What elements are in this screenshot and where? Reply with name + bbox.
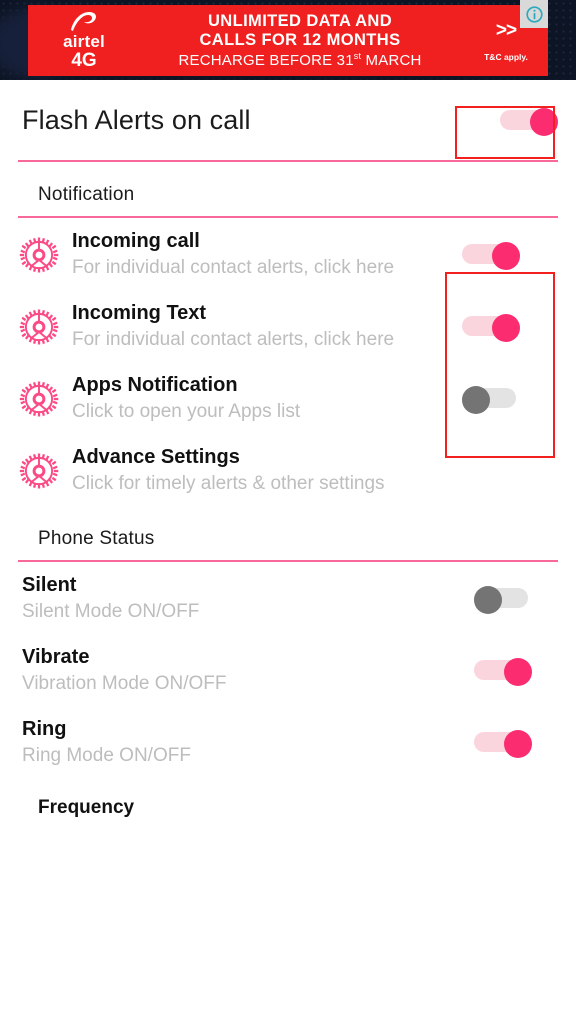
list-item-title: Advance Settings [72, 446, 240, 469]
list-item-silent[interactable]: Silent Silent Mode ON/OFF [0, 562, 576, 634]
silent-toggle[interactable] [474, 586, 532, 615]
list-item-text: Apps Notification Click to open your App… [72, 372, 462, 424]
section-heading-phone-status: Phone Status [38, 528, 155, 550]
flash-alerts-toggle-wrap[interactable] [500, 108, 558, 136]
airtel-brand-text: airtel [63, 32, 105, 52]
airtel-network-text: 4G [71, 49, 97, 71]
list-item-title: Apps Notification [72, 374, 238, 397]
toggle-thumb [462, 386, 490, 415]
list-item-title: Incoming Text [72, 302, 207, 325]
ring-toggle[interactable] [474, 730, 532, 759]
list-item-text: Incoming call For individual contact ale… [72, 228, 462, 280]
list-item-text: Advance Settings Click for timely alerts… [72, 444, 462, 496]
ad-copy: UNLIMITED DATA AND CALLS FOR 12 MONTHS R… [140, 12, 464, 69]
list-item-subtitle[interactable]: Click to open your Apps list [72, 399, 456, 424]
gear-icon [18, 372, 72, 420]
ad-subline: RECHARGE BEFORE 31st MARCH [140, 51, 460, 70]
list-item-text: Incoming Text For individual contact ale… [72, 300, 462, 352]
ad-banner[interactable]: airtel 4G UNLIMITED DATA AND CALLS FOR 1… [0, 0, 576, 80]
page-title: Flash Alerts on call [22, 104, 251, 135]
page-header: Flash Alerts on call [0, 80, 576, 160]
info-circle-icon [525, 5, 543, 23]
list-item-text: Silent Silent Mode ON/OFF [22, 572, 462, 624]
ad-subline-post: MARCH [361, 51, 422, 69]
list-item-title: Vibrate [22, 646, 90, 669]
incoming-text-toggle-wrap[interactable] [462, 300, 558, 343]
advance-settings-control-slot [462, 444, 558, 458]
incoming-call-toggle[interactable] [462, 242, 520, 270]
list-item-subtitle[interactable]: Click for timely alerts & other settings [72, 471, 456, 496]
list-item-subtitle: Ring Mode ON/OFF [22, 745, 191, 767]
list-item-subtitle[interactable]: For individual contact alerts, click her… [72, 255, 456, 280]
toggle-thumb [530, 108, 558, 136]
section-heading-frequency: Frequency [38, 796, 135, 818]
gear-icon [18, 444, 72, 492]
ad-terms-text: T&C apply. [484, 51, 528, 62]
ring-toggle-wrap[interactable] [462, 716, 558, 759]
ad-headline-line2: CALLS FOR 12 MONTHS [199, 31, 401, 50]
list-item-subtitle: Vibration Mode ON/OFF [22, 673, 227, 695]
flash-alerts-toggle[interactable] [500, 108, 558, 136]
list-item-ring[interactable]: Ring Ring Mode ON/OFF [0, 706, 576, 778]
list-item-text: Ring Ring Mode ON/OFF [22, 716, 462, 768]
list-item-title: Ring [22, 718, 67, 741]
list-item-incoming-text[interactable]: Incoming Text For individual contact ale… [0, 290, 576, 362]
silent-toggle-wrap[interactable] [462, 572, 558, 615]
section-heading-notification: Notification [38, 184, 135, 205]
list-item-advance-settings[interactable]: Advance Settings Click for timely alerts… [0, 434, 576, 506]
list-item-title: Silent [22, 574, 77, 597]
apps-notification-toggle-wrap[interactable] [462, 372, 558, 415]
gear-icon [18, 300, 72, 348]
list-item-subtitle: Silent Mode ON/OFF [22, 601, 200, 623]
app-root: airtel 4G UNLIMITED DATA AND CALLS FOR 1… [0, 0, 576, 1024]
toggle-thumb [492, 242, 520, 270]
toggle-thumb [504, 658, 532, 687]
incoming-text-toggle[interactable] [462, 314, 520, 343]
ad-arrow-icon[interactable]: >> [496, 20, 517, 42]
ad-subline-pre: RECHARGE BEFORE 31 [178, 51, 354, 69]
list-item-vibrate[interactable]: Vibrate Vibration Mode ON/OFF [0, 634, 576, 706]
list-item-subtitle[interactable]: For individual contact alerts, click her… [72, 327, 456, 352]
apps-notification-toggle[interactable] [462, 386, 520, 415]
toggle-thumb [492, 314, 520, 343]
vibrate-toggle[interactable] [474, 658, 532, 687]
gear-icon [18, 228, 72, 276]
vibrate-toggle-wrap[interactable] [462, 644, 558, 687]
incoming-call-toggle-wrap[interactable] [462, 228, 558, 270]
ad-creative[interactable]: airtel 4G UNLIMITED DATA AND CALLS FOR 1… [28, 5, 548, 76]
toggle-thumb [474, 586, 502, 615]
list-item-text: Vibrate Vibration Mode ON/OFF [22, 644, 462, 696]
toggle-thumb [504, 730, 532, 759]
ad-info-badge[interactable] [520, 0, 548, 28]
list-item-incoming-call[interactable]: Incoming call For individual contact ale… [0, 218, 576, 290]
ad-headline-line1: UNLIMITED DATA AND [207, 11, 393, 30]
list-item-apps-notification[interactable]: Apps Notification Click to open your App… [0, 362, 576, 434]
airtel-logo: airtel 4G [28, 10, 140, 70]
list-item-title: Incoming call [72, 230, 200, 252]
airtel-swoosh-icon [71, 12, 97, 32]
